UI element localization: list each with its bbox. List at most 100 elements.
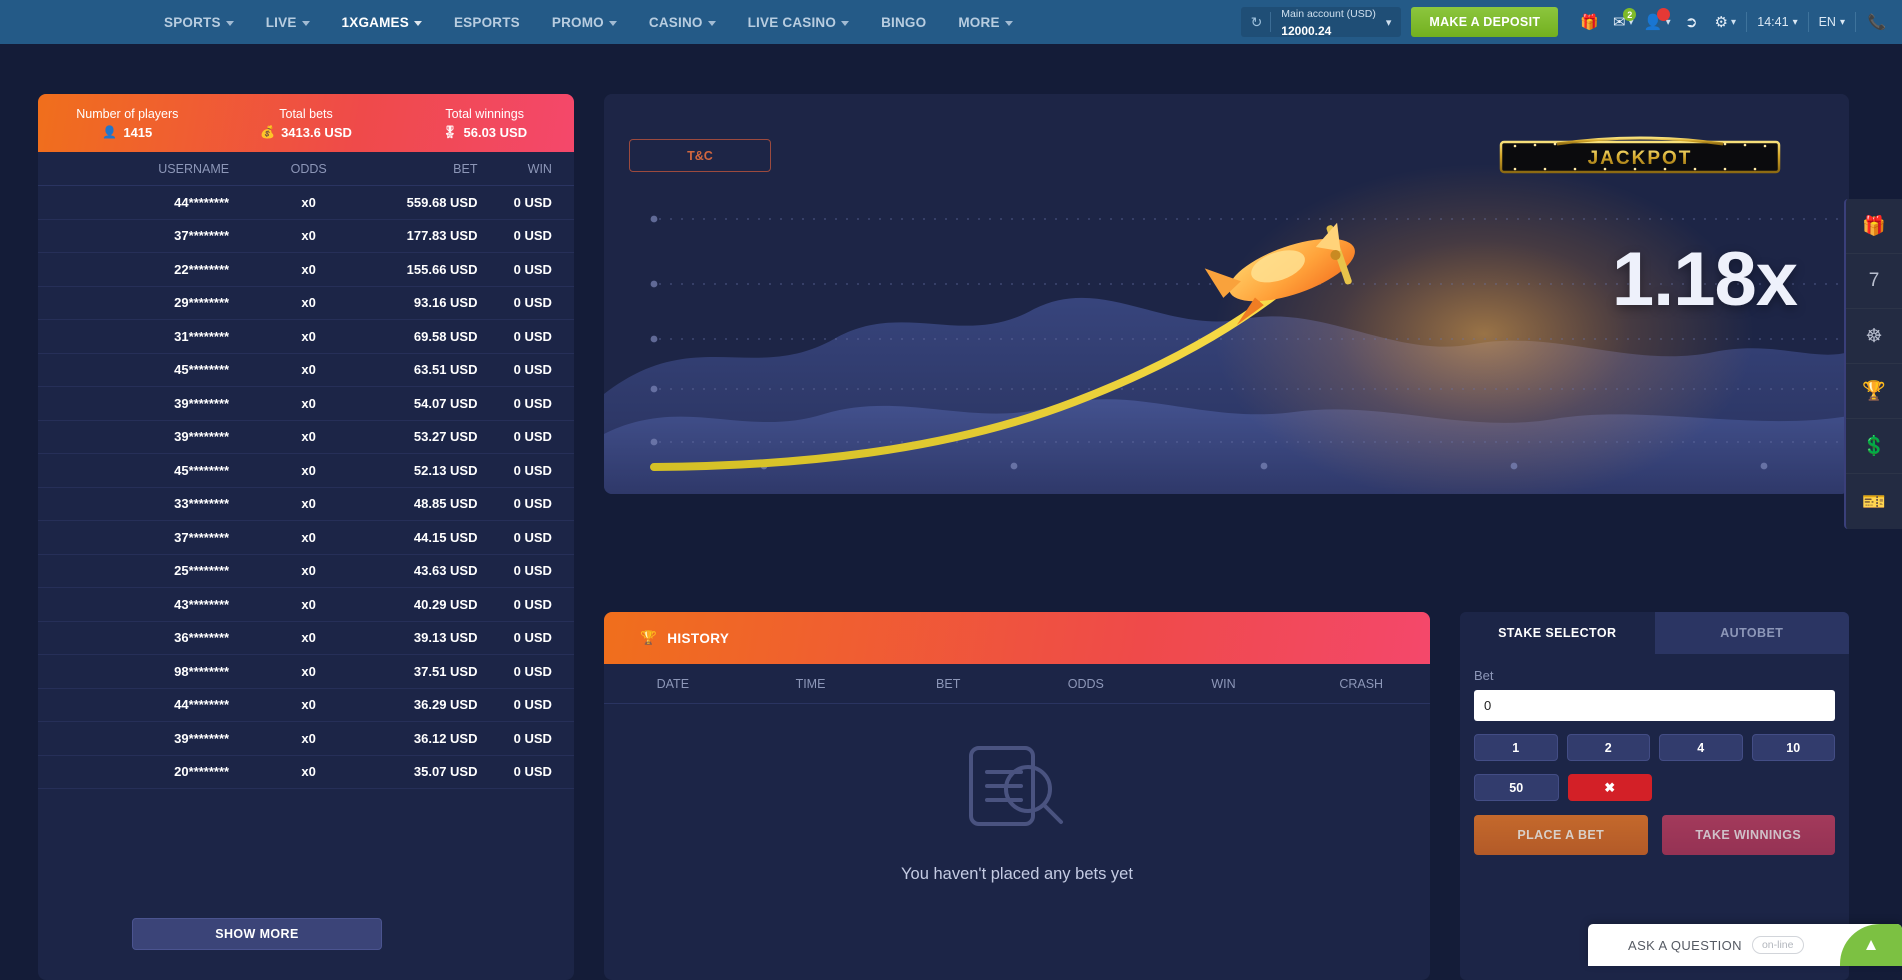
trophy-icon: 🎖 (442, 125, 458, 139)
terms-and-conditions-button[interactable]: T&C (629, 139, 771, 172)
table-row: 39******** x0 36.12 USD 0 USD (38, 722, 574, 756)
stake-chip-4[interactable]: 4 (1659, 734, 1743, 761)
players-table-body: 44******** x0 559.68 USD 0 USD 37******** x0 1… (38, 186, 574, 789)
cell-bet: 48.85 USD (413, 496, 478, 512)
gift-icon[interactable]: 🎁 (1846, 199, 1902, 254)
language-selector[interactable]: EN ▾ (1813, 15, 1851, 29)
refresh-icon[interactable]: ↻ (1247, 14, 1271, 31)
chevron-down-icon[interactable]: ▾ (1840, 17, 1845, 28)
cell-username: 39******** (174, 429, 230, 445)
stake-chip-2[interactable]: 2 (1566, 734, 1650, 761)
cell-win: 0 USD (513, 730, 552, 746)
nav-item-more[interactable]: MORE (942, 0, 1028, 44)
column-username: USERNAME (158, 161, 230, 176)
language-value: EN (1818, 15, 1836, 29)
phone-icon[interactable]: 📞 (1860, 0, 1894, 44)
ticket-icon[interactable]: 🎫 (1846, 474, 1902, 529)
cell-username: 44******** (174, 697, 230, 713)
stat-winnings-value: 56.03 USD (463, 124, 528, 140)
cell-odds: x0 (301, 697, 316, 713)
nav-item-label: 1XGAMES (341, 14, 409, 30)
history-column-win: WIN (1211, 676, 1236, 691)
make-deposit-button[interactable]: MAKE A DEPOSIT (1411, 7, 1559, 37)
account-selector[interactable]: ↻ Main account (USD) 12000.24 ▾ (1240, 7, 1402, 38)
cell-bet: 40.29 USD (413, 596, 478, 612)
nav-item-esports[interactable]: ESPORTS (438, 0, 536, 44)
clock-selector[interactable]: 14:41 ▾ (1751, 15, 1803, 29)
chevron-down-icon[interactable]: ▾ (1386, 16, 1396, 29)
cell-odds: x0 (301, 730, 316, 746)
stat-bets-label: Total bets (279, 106, 333, 121)
chevron-up-icon[interactable]: ▲ (1840, 924, 1902, 966)
nav-item-casino[interactable]: CASINO (633, 0, 732, 44)
show-more-button[interactable]: SHOW MORE (132, 918, 382, 950)
chat-status-badge: on-line (1751, 936, 1804, 954)
cell-username: 20******** (174, 764, 230, 780)
wheel-of-fortune-icon[interactable]: ☸ (1846, 309, 1902, 364)
chevron-down-icon[interactable]: ▾ (1731, 17, 1736, 28)
user-account-icon[interactable]: 👤 ▾ (1640, 0, 1674, 44)
cell-win: 0 USD (513, 764, 552, 780)
column-bet: BET (453, 161, 478, 176)
tab-autobet[interactable]: AUTOBET (1654, 612, 1849, 654)
chevron-down-icon[interactable]: ▾ (1793, 17, 1798, 28)
nav-item-sports[interactable]: SPORTS (148, 0, 250, 44)
place-a-bet-button[interactable]: PLACE A BET (1474, 815, 1648, 855)
cell-bet: 36.29 USD (413, 697, 478, 713)
cell-win: 0 USD (513, 429, 552, 445)
jackpot-banner[interactable]: JACKPOT (1499, 136, 1781, 174)
money-bag-icon[interactable]: 💲 (1846, 419, 1902, 474)
cell-win: 0 USD (513, 529, 552, 545)
stake-chip-row-1: 1 2 4 10 (1460, 721, 1849, 761)
cell-odds: x0 (301, 295, 316, 311)
history-column-bet: BET (936, 676, 961, 691)
nav-item-label: BINGO (881, 14, 927, 30)
trophy-icon: 🏆 (640, 630, 658, 645)
cell-username: 33******** (174, 496, 230, 512)
cell-username: 36******** (174, 630, 230, 646)
stake-chip-50[interactable]: 50 (1474, 774, 1559, 801)
chevron-down-icon[interactable] (225, 20, 234, 26)
nav-item-bingo[interactable]: BINGO (865, 0, 942, 44)
stake-chip-10[interactable]: 10 (1751, 734, 1835, 761)
nav-item-label: LIVE CASINO (747, 14, 837, 30)
tab-stake-selector[interactable]: STAKE SELECTOR (1460, 612, 1655, 654)
logout-icon[interactable]: ➲ (1674, 0, 1708, 44)
support-chat-widget[interactable]: ASK A QUESTION on-line ▲ (1588, 924, 1902, 966)
table-row: 37******** x0 177.83 USD 0 USD (38, 220, 574, 253)
bet-history-panel: 🏆 HISTORY DATE TIME BET ODDS WIN CRASH You ha… (604, 612, 1430, 980)
stake-actions: PLACE A BET TAKE WINNINGS (1460, 801, 1849, 855)
stake-chip-1[interactable]: 1 (1474, 734, 1558, 761)
chevron-down-icon[interactable] (707, 20, 716, 26)
chevron-down-icon[interactable] (301, 20, 310, 26)
trophy-icon[interactable]: 🏆 (1846, 364, 1902, 419)
chevron-down-icon[interactable] (608, 20, 617, 26)
nav-item-1xgames[interactable]: 1XGAMES (326, 0, 438, 44)
top-navigation-bar: SPORTS LIVE 1XGAMES ESPORTS PROMO CASINO LIVE … (0, 0, 1902, 44)
nav-item-label: LIVE (265, 14, 297, 30)
chevron-down-icon[interactable] (413, 20, 422, 26)
nav-item-live-casino[interactable]: LIVE CASINO (732, 0, 865, 44)
cell-odds: x0 (301, 462, 316, 478)
nav-item-live[interactable]: LIVE (250, 0, 326, 44)
history-column-crash: CRASH (1339, 676, 1384, 691)
nav-item-label: PROMO (551, 14, 604, 30)
clear-cross-icon[interactable]: ✖ (1567, 774, 1652, 801)
table-row: 33******** x0 48.85 USD 0 USD (38, 488, 574, 521)
gift-icon[interactable]: 🎁 (1572, 0, 1606, 44)
nav-item-promo[interactable]: PROMO (536, 0, 633, 44)
lucky-seven-icon[interactable]: 7 (1846, 254, 1902, 309)
messages-icon[interactable]: ✉ 2 ▾ (1606, 0, 1640, 44)
cell-odds: x0 (301, 194, 316, 210)
table-row: 44******** x0 559.68 USD 0 USD (38, 186, 574, 220)
take-winnings-button[interactable]: TAKE WINNINGS (1661, 815, 1835, 855)
primary-nav: SPORTS LIVE 1XGAMES ESPORTS PROMO CASINO LIVE … (148, 0, 1029, 44)
chevron-down-icon[interactable] (1004, 20, 1013, 26)
cell-odds: x0 (301, 764, 316, 780)
table-row: 22******** x0 155.66 USD 0 USD (38, 253, 574, 287)
cell-bet: 69.58 USD (413, 328, 478, 344)
bet-amount-input[interactable] (1474, 690, 1835, 721)
chevron-down-icon[interactable] (841, 20, 850, 26)
settings-gear-icon[interactable]: ⚙ ▾ (1708, 0, 1742, 44)
table-row: 29******** x0 93.16 USD 0 USD (38, 287, 574, 320)
